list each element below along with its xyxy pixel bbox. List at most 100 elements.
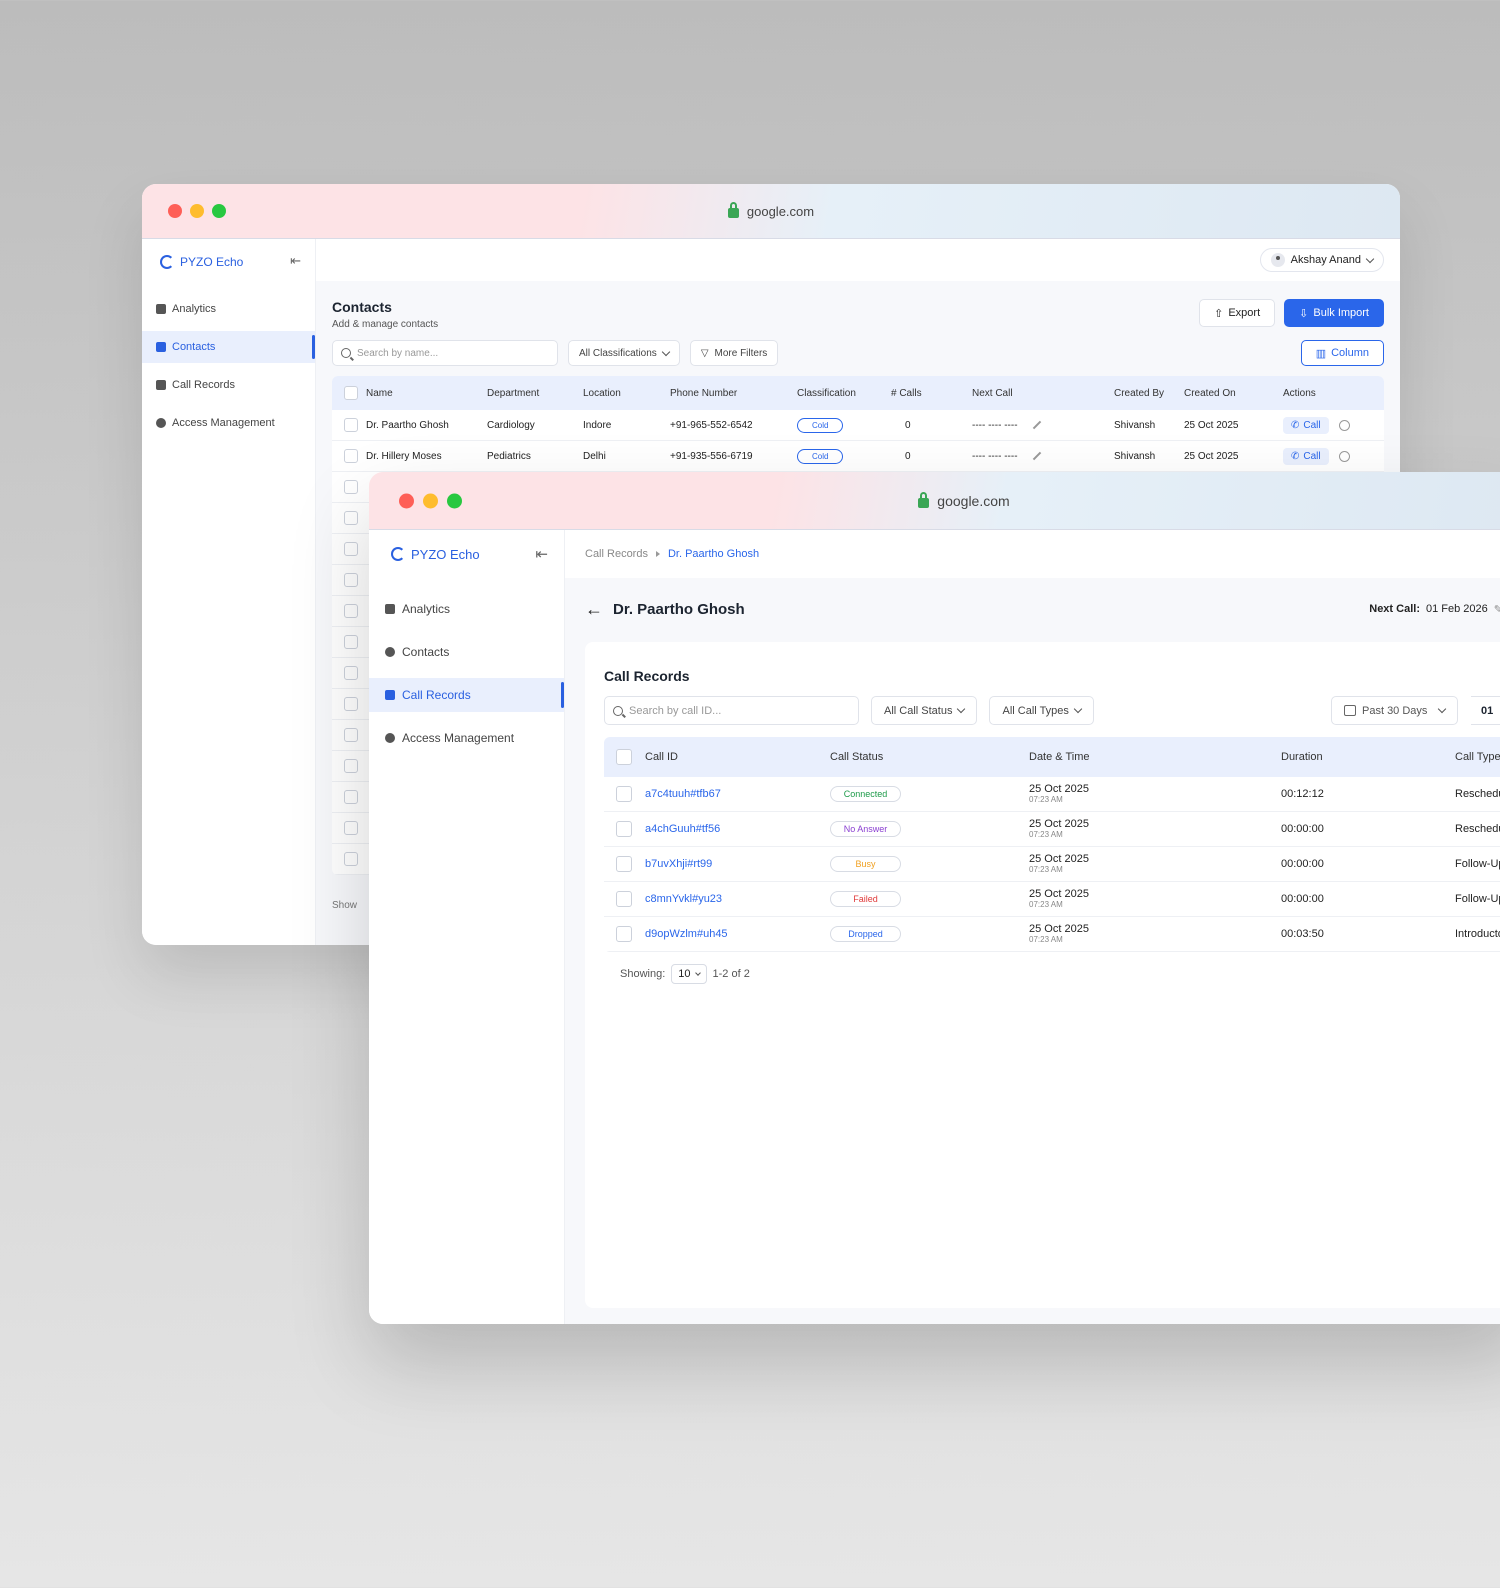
row-checkbox[interactable]	[344, 511, 358, 525]
call-duration: 00:00:00	[1281, 823, 1324, 835]
table-row[interactable]: a7c4tuuh#tfb67 Connected 25 Oct 2025 07:23 …	[604, 777, 1500, 812]
table-row[interactable]: Dr. Hillery Moses Pediatrics Delhi +91-9…	[332, 441, 1384, 472]
sidebar-item-call-records[interactable]: Call Records	[142, 369, 315, 401]
col-date-time: Date & Time	[1029, 751, 1090, 763]
row-checkbox[interactable]	[344, 418, 358, 432]
row-checkbox[interactable]	[344, 666, 358, 680]
minimize-window-button[interactable]	[190, 204, 204, 218]
row-checkbox[interactable]	[616, 891, 632, 907]
address-bar[interactable]: google.com	[727, 202, 814, 219]
close-window-button[interactable]	[168, 204, 182, 218]
call-id-link[interactable]: c8mnYvkl#yu23	[645, 893, 830, 905]
collapse-sidebar-icon[interactable]: ⇤	[535, 545, 548, 563]
date-start[interactable]: 01	[1471, 696, 1500, 725]
sidebar-item-analytics[interactable]: Analytics	[142, 293, 315, 325]
sidebar-item-contacts[interactable]: Contacts	[369, 635, 564, 669]
call-status-filter[interactable]: All Call Status	[871, 696, 978, 725]
row-checkbox[interactable]	[344, 573, 358, 587]
page-size-select[interactable]: 10	[671, 964, 707, 984]
row-checkbox[interactable]	[344, 852, 358, 866]
sidebar-item-label: Analytics	[172, 303, 217, 315]
call-id-link[interactable]: b7uvXhji#rt99	[645, 858, 830, 870]
more-filters-button[interactable]: ▽ More Filters	[689, 340, 779, 366]
table-row[interactable]: d9opWzlm#uh45 Dropped 25 Oct 2025 07:23 AM 0…	[604, 917, 1500, 952]
edit-pencil-icon[interactable]	[1032, 420, 1041, 430]
sidebar-item-access-management[interactable]: Access Management	[142, 407, 315, 439]
export-button[interactable]: ⇧ Export	[1199, 299, 1276, 327]
call-id-link[interactable]: d9opWzlm#uh45	[645, 928, 830, 940]
column-label: Column	[1331, 347, 1369, 359]
user-menu[interactable]: Akshay Anand	[1259, 248, 1384, 272]
col-actions: Actions	[1283, 387, 1316, 399]
search-input[interactable]: Search by call ID...	[604, 696, 859, 725]
app-logo[interactable]: PYZO Echo	[142, 251, 315, 273]
maximize-window-button[interactable]	[212, 204, 226, 218]
call-id-link[interactable]: a7c4tuuh#tfb67	[645, 788, 830, 800]
row-checkbox[interactable]	[344, 449, 358, 463]
col-classification: Classification	[797, 387, 856, 399]
row-checkbox[interactable]	[616, 856, 632, 872]
call-date: 25 Oct 2025	[1029, 923, 1089, 936]
row-checkbox[interactable]	[344, 728, 358, 742]
bulk-import-button[interactable]: ⇩ Bulk Import	[1284, 299, 1384, 327]
showing-label: Showing:	[620, 968, 666, 980]
breadcrumb: Call Records Dr. Paartho Ghosh	[565, 530, 1500, 578]
row-checkbox[interactable]	[344, 542, 358, 556]
user-name: Akshay Anand	[1290, 254, 1361, 266]
edit-pencil-icon[interactable]	[1032, 451, 1041, 461]
url-text: google.com	[937, 492, 1010, 509]
call-button[interactable]: ✆ Call	[1283, 447, 1329, 465]
columns-icon: ▥	[1315, 347, 1327, 360]
table-row[interactable]: Dr. Paartho Ghosh Cardiology Indore +91-…	[332, 410, 1384, 441]
col-location: Location	[583, 387, 621, 399]
call-id-link[interactable]: a4chGuuh#tf56	[645, 823, 830, 835]
address-bar[interactable]: google.com	[918, 491, 1010, 509]
sidebar-item-contacts[interactable]: Contacts	[142, 331, 315, 363]
info-icon[interactable]	[1338, 419, 1350, 431]
row-checkbox[interactable]	[344, 480, 358, 494]
row-checkbox[interactable]	[344, 604, 358, 618]
page-title: Contacts	[332, 299, 392, 315]
call-count: 0	[905, 450, 911, 462]
row-checkbox[interactable]	[344, 697, 358, 711]
table-row[interactable]: b7uvXhji#rt99 Busy 25 Oct 2025 07:23 AM 00:0…	[604, 847, 1500, 882]
row-checkbox[interactable]	[616, 926, 632, 942]
breadcrumb-call-records[interactable]: Call Records	[585, 548, 648, 560]
table-row[interactable]: a4chGuuh#tf56 No Answer 25 Oct 2025 07:23 A…	[604, 812, 1500, 847]
date-range-filter[interactable]: Past 30 Days	[1331, 696, 1459, 725]
maximize-window-button[interactable]	[447, 493, 462, 508]
sidebar-item-label: Call Records	[172, 379, 235, 391]
avatar	[1270, 253, 1285, 267]
row-checkbox[interactable]	[344, 635, 358, 649]
row-checkbox[interactable]	[616, 786, 632, 802]
call-button[interactable]: ✆ Call	[1283, 416, 1329, 434]
row-checkbox[interactable]	[616, 821, 632, 837]
chevron-down-icon	[1073, 704, 1083, 714]
contact-department: Cardiology	[487, 419, 535, 431]
classification-filter[interactable]: All Classifications	[568, 340, 680, 366]
call-time: 07:23 AM	[1029, 794, 1063, 804]
sidebar-item-call-records[interactable]: Call Records	[369, 678, 564, 712]
minimize-window-button[interactable]	[423, 493, 438, 508]
row-checkbox[interactable]	[344, 821, 358, 835]
sidebar-item-label: Analytics	[402, 602, 451, 616]
search-input[interactable]: Search by name...	[332, 340, 558, 366]
created-by: Shivansh	[1114, 419, 1156, 431]
lock-icon	[727, 202, 739, 218]
back-arrow-icon[interactable]: ←	[585, 599, 603, 620]
row-checkbox[interactable]	[344, 759, 358, 773]
col-calls[interactable]: # Calls	[891, 388, 972, 399]
table-row[interactable]: c8mnYvkl#yu23 Failed 25 Oct 2025 07:23 AM 00…	[604, 882, 1500, 917]
edit-pencil-icon[interactable]: ✎	[1494, 603, 1500, 616]
select-all-checkbox[interactable]	[344, 386, 358, 400]
select-all-checkbox[interactable]	[616, 749, 632, 765]
call-type-filter[interactable]: All Call Types	[989, 696, 1094, 725]
col-name[interactable]: Name	[366, 388, 487, 399]
column-button[interactable]: ▥ Column	[1300, 340, 1384, 366]
sidebar-item-access-management[interactable]: Access Management	[369, 721, 564, 755]
info-icon[interactable]	[1338, 450, 1350, 462]
row-checkbox[interactable]	[344, 790, 358, 804]
sidebar-item-analytics[interactable]: Analytics	[369, 592, 564, 626]
collapse-sidebar-icon[interactable]: ⇤	[290, 253, 301, 269]
close-window-button[interactable]	[399, 493, 414, 508]
